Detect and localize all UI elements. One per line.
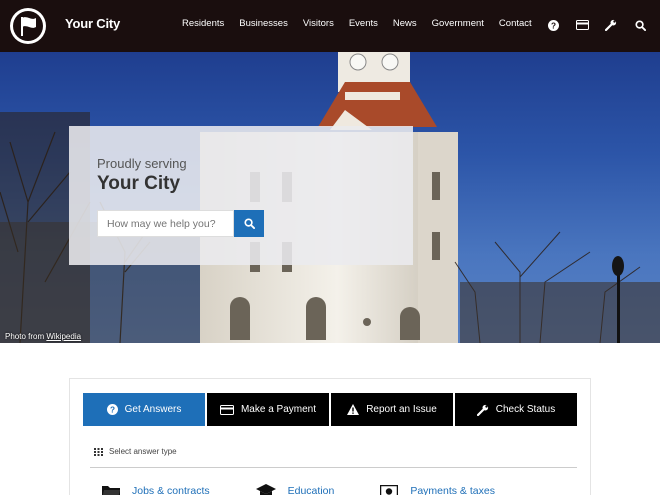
site-title[interactable]: Your City (65, 16, 120, 31)
category-payments-taxes[interactable]: Payments & taxes (380, 484, 495, 495)
tab-label: Check Status (495, 404, 556, 415)
hero-search-card: Proudly serving Your City (69, 126, 413, 265)
nav-events[interactable]: Events (349, 18, 378, 29)
service-tabs: ? Get Answers Make a Payment Report an I… (83, 393, 577, 426)
top-navbar: Your City Residents Businesses Visitors … (0, 0, 660, 52)
tab-make-payment[interactable]: Make a Payment (207, 393, 329, 426)
hero-search-button[interactable] (234, 210, 264, 237)
divider (90, 467, 577, 468)
category-education[interactable]: Education (255, 484, 335, 495)
answer-type-selector[interactable]: Select answer type (94, 447, 177, 456)
answer-categories: Jobs & contracts Education Payments & ta… (102, 484, 541, 495)
wrench-icon (476, 404, 488, 416)
nav-news[interactable]: News (393, 18, 417, 29)
svg-text:?: ? (550, 21, 555, 30)
tab-get-answers[interactable]: ? Get Answers (83, 393, 205, 426)
category-label: Payments & taxes (410, 485, 495, 495)
folder-icon (102, 486, 120, 495)
credit-card-icon[interactable] (574, 17, 590, 33)
tab-label: Make a Payment (240, 404, 317, 415)
nav-contact[interactable]: Contact (499, 18, 532, 29)
wrench-icon[interactable] (603, 17, 619, 33)
hero-tagline: Proudly serving (97, 156, 187, 171)
search-icon[interactable] (632, 17, 648, 33)
category-label: Jobs & contracts (132, 485, 210, 495)
category-jobs-contracts[interactable]: Jobs & contracts (102, 484, 210, 495)
answer-type-label: Select answer type (109, 447, 177, 456)
tab-label: Get Answers (124, 404, 182, 415)
grid-icon (94, 447, 103, 456)
nav-visitors[interactable]: Visitors (303, 18, 334, 29)
money-icon (380, 484, 399, 495)
main-nav: Residents Businesses Visitors Events New… (182, 18, 547, 29)
hero-search-input[interactable] (97, 210, 234, 237)
search-icon (243, 218, 255, 229)
tab-label: Report an Issue (366, 404, 437, 415)
header-tools: ? (545, 17, 648, 33)
help-icon[interactable]: ? (545, 17, 561, 33)
graduation-cap-icon (255, 484, 276, 495)
svg-text:?: ? (110, 406, 115, 415)
hero-city-name: Your City (97, 173, 181, 194)
nav-residents[interactable]: Residents (182, 18, 224, 29)
tab-check-status[interactable]: Check Status (455, 393, 577, 426)
city-logo-flag-icon[interactable] (10, 8, 46, 44)
nav-businesses[interactable]: Businesses (239, 18, 288, 29)
nav-government[interactable]: Government (432, 18, 484, 29)
hero-banner: Proudly serving Your City Photo from Wik… (0, 52, 660, 343)
photo-credit-prefix: Photo from (5, 332, 47, 341)
photo-credit: Photo from Wikipedia (5, 332, 81, 341)
category-label: Education (287, 485, 335, 495)
services-panel: ? Get Answers Make a Payment Report an I… (69, 378, 591, 495)
tab-report-issue[interactable]: Report an Issue (331, 393, 453, 426)
warning-icon (347, 404, 360, 415)
credit-card-icon (219, 404, 234, 415)
question-icon: ? (106, 404, 118, 415)
wikipedia-link[interactable]: Wikipedia (46, 332, 81, 341)
